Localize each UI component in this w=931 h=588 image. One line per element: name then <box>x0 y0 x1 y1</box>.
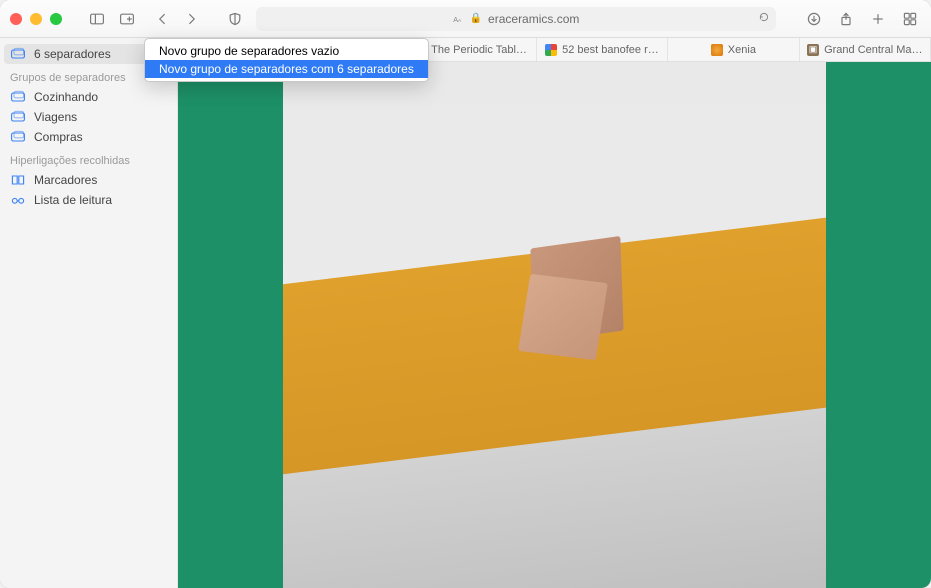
zoom-window-button[interactable] <box>50 13 62 25</box>
tab-2[interactable]: 52 best banofee r… <box>537 38 668 61</box>
new-tab-group-menu: Novo grupo de separadores vazio Novo gru… <box>144 38 429 82</box>
main-area: 6 separadores Grupos de separadores Cozi… <box>0 38 931 588</box>
browser-window: AA 🔒 eraceramics.com <box>0 0 931 588</box>
page-inner <box>283 62 825 588</box>
tab-overview-icon[interactable] <box>899 8 921 30</box>
toolbar-right <box>803 8 921 30</box>
sidebar-item-label: Viagens <box>34 110 77 124</box>
nav-arrows <box>152 8 202 30</box>
menu-item-empty-group[interactable]: Novo grupo de separadores vazio <box>145 42 428 60</box>
sidebar-item-label: Cozinhando <box>34 90 98 104</box>
address-bar[interactable]: AA 🔒 eraceramics.com <box>256 7 776 31</box>
content-column: e Era Cer… P The Periodic Tabl… 52 best … <box>178 38 931 588</box>
sidebar-header-links: Hiperligações recolhidas <box>0 147 177 170</box>
tab-label: 52 best banofee r… <box>562 44 659 56</box>
shield-privacy-icon[interactable] <box>224 8 246 30</box>
tab-label: Xenia <box>728 44 756 56</box>
tabs-icon <box>10 110 26 124</box>
tab-3[interactable]: Xenia <box>668 38 799 61</box>
sidebar-item-group-2[interactable]: Compras <box>0 127 177 147</box>
favicon-icon <box>711 44 723 56</box>
share-icon[interactable] <box>835 8 857 30</box>
toolbar: AA 🔒 eraceramics.com <box>0 0 931 38</box>
tabs-icon <box>10 47 26 61</box>
sidebar-toggle-icon[interactable] <box>86 8 108 30</box>
sidebar-item-group-0[interactable]: Cozinhando <box>0 87 177 107</box>
new-tab-icon[interactable] <box>867 8 889 30</box>
menu-item-group-with-tabs[interactable]: Novo grupo de separadores com 6 separado… <box>145 60 428 78</box>
sidebar-item-reading-list[interactable]: Lista de leitura <box>0 190 177 210</box>
reload-icon[interactable] <box>758 11 770 26</box>
sidebar-item-label: 6 separadores <box>34 47 111 61</box>
page-content <box>178 62 931 588</box>
favicon-icon: ▣ <box>807 44 819 56</box>
book-icon <box>10 173 26 187</box>
downloads-icon[interactable] <box>803 8 825 30</box>
url-text: eraceramics.com <box>488 12 579 26</box>
hero-image <box>283 62 825 588</box>
sidebar-item-bookmarks[interactable]: Marcadores <box>0 170 177 190</box>
text-size-icon[interactable]: AA <box>452 13 464 25</box>
lock-icon: 🔒 <box>470 13 482 24</box>
window-controls <box>10 13 62 25</box>
sidebar-item-label: Compras <box>34 130 83 144</box>
tab-label: Grand Central Ma… <box>824 44 922 56</box>
sidebar-item-group-1[interactable]: Viagens <box>0 107 177 127</box>
tab-label: The Periodic Tabl… <box>431 44 527 56</box>
back-button[interactable] <box>152 8 174 30</box>
tabs-icon <box>10 130 26 144</box>
glasses-icon <box>10 193 26 207</box>
address-wrap: AA 🔒 eraceramics.com <box>210 7 789 31</box>
clay-block-image <box>522 236 642 376</box>
new-tab-group-icon[interactable] <box>116 8 138 30</box>
close-window-button[interactable] <box>10 13 22 25</box>
forward-button[interactable] <box>180 8 202 30</box>
sidebar: 6 separadores Grupos de separadores Cozi… <box>0 38 178 588</box>
tabs-icon <box>10 90 26 104</box>
favicon-icon <box>545 44 557 56</box>
minimize-window-button[interactable] <box>30 13 42 25</box>
tab-4[interactable]: ▣ Grand Central Ma… <box>800 38 931 61</box>
sidebar-item-label: Marcadores <box>34 173 97 187</box>
sidebar-item-label: Lista de leitura <box>34 193 112 207</box>
svg-text:A: A <box>458 18 462 24</box>
